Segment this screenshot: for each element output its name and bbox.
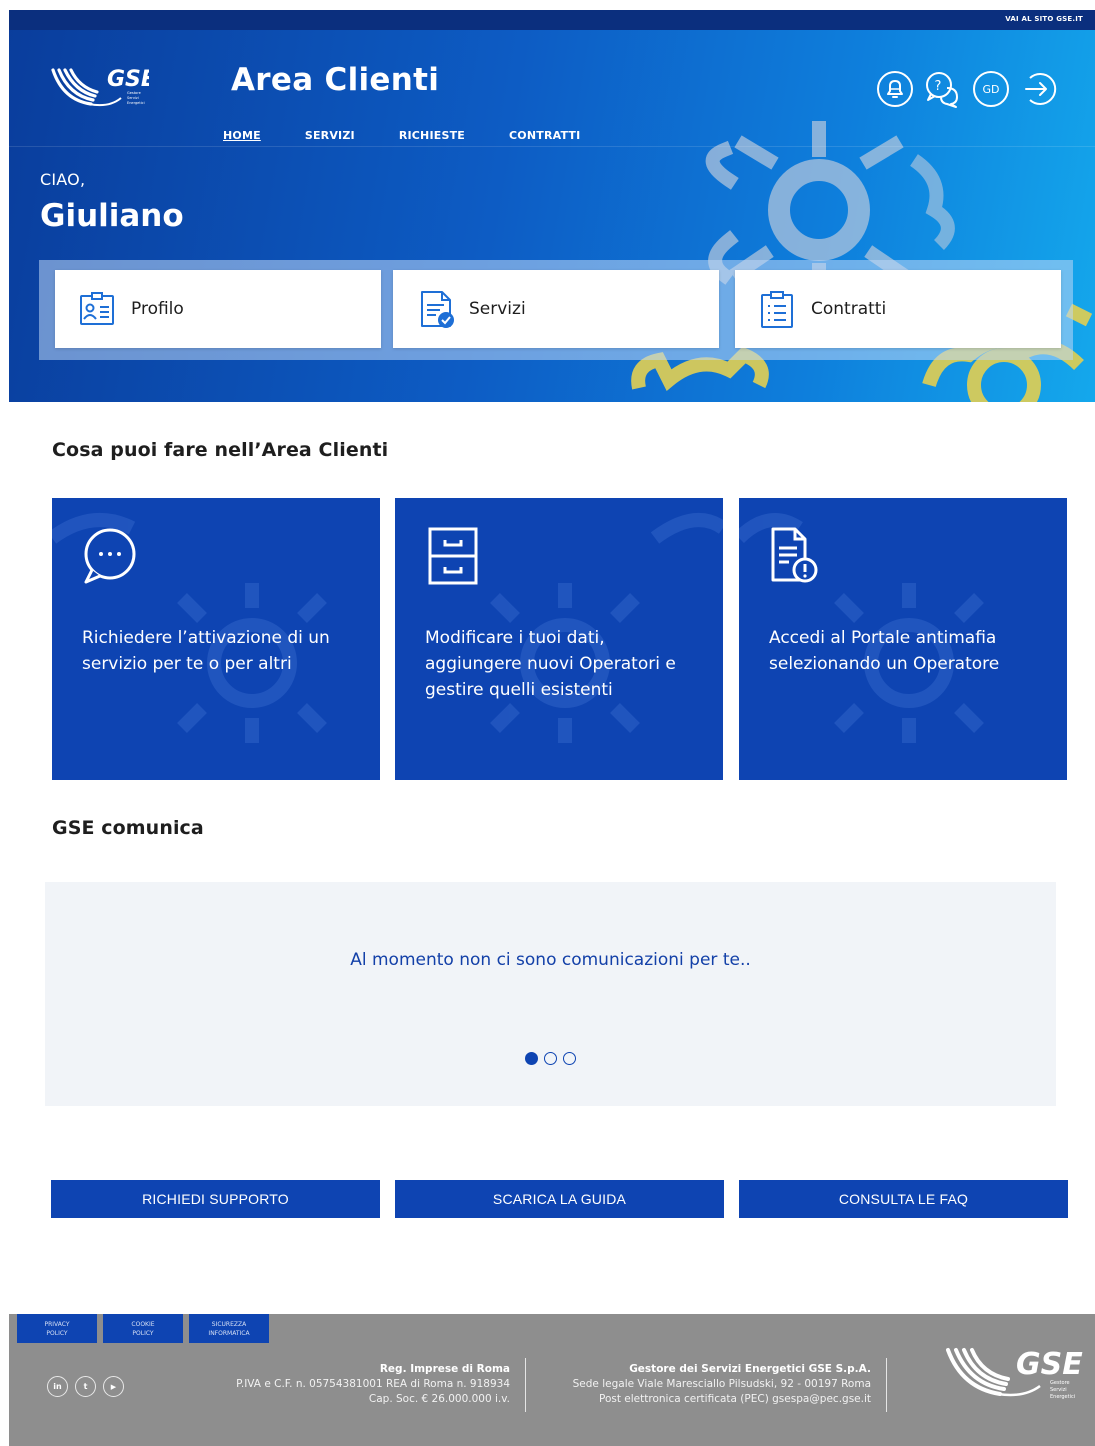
contract-list-icon — [757, 289, 797, 329]
notification-bell-icon[interactable] — [875, 69, 915, 109]
nav-richieste[interactable]: RICHIESTE — [399, 129, 465, 142]
privacy-policy-link[interactable]: PRIVACY POLICY — [17, 1314, 97, 1343]
svg-text:Gestore: Gestore — [1050, 1380, 1070, 1386]
quick-link-profilo[interactable]: Profilo — [55, 270, 381, 348]
footer-company-info: Gestore dei Servizi Energetici GSE S.p.A… — [572, 1363, 871, 1405]
quick-links-panel: Profilo Servizi Contratti — [39, 260, 1073, 360]
svg-text:Gestore: Gestore — [127, 91, 141, 95]
svg-text:Energetici: Energetici — [127, 101, 145, 105]
page-footer: PRIVACY POLICY COOKIE POLICY SICUREZZA INFO… — [9, 1314, 1095, 1446]
profile-card-icon — [77, 289, 117, 329]
user-avatar[interactable]: GD — [971, 69, 1011, 109]
svg-text:GD: GD — [983, 83, 1000, 96]
feature-card-text: Richiedere l’attivazione di un servizio … — [82, 628, 330, 674]
service-document-icon — [417, 289, 457, 329]
carousel-pagination — [45, 1052, 1056, 1065]
download-guide-button[interactable]: SCARICA LA GUIDA — [395, 1180, 724, 1218]
youtube-icon[interactable]: ▶ — [103, 1376, 124, 1397]
linkedin-icon[interactable]: in — [47, 1376, 68, 1397]
quick-link-label: Servizi — [469, 299, 526, 319]
section-title-communications: GSE comunica — [52, 817, 204, 839]
app-title: Area Clienti — [231, 62, 440, 98]
greeting-hello: CIAO, — [40, 170, 86, 189]
filing-cabinet-icon — [428, 527, 478, 585]
external-site-link[interactable]: VAI AL SITO GSE.IT — [1005, 15, 1083, 23]
faq-button[interactable]: CONSULTA LE FAQ — [739, 1180, 1068, 1218]
nav-servizi[interactable]: SERVIZI — [305, 129, 355, 142]
main-nav: HOME SERVIZI RICHIESTE CONTRATTI — [223, 129, 624, 142]
carousel-dot-1[interactable] — [525, 1052, 538, 1065]
quick-link-label: Profilo — [131, 299, 184, 319]
feature-card-activate-service[interactable]: Richiedere l’attivazione di un servizio … — [52, 498, 380, 780]
feature-card-manage-operators[interactable]: Modificare i tuoi dati, aggiungere nuovi… — [395, 498, 723, 780]
svg-text:Energetici: Energetici — [1050, 1394, 1075, 1400]
nav-home[interactable]: HOME — [223, 129, 261, 142]
help-icon[interactable]: ? — [923, 69, 963, 109]
logout-icon[interactable] — [1019, 69, 1059, 109]
svg-text:GSE: GSE — [107, 67, 149, 92]
section-title-features: Cosa puoi fare nell’Area Clienti — [52, 439, 389, 461]
social-links: in t ▶ — [47, 1376, 124, 1397]
document-alert-icon — [771, 527, 818, 583]
feature-card-antimafia-portal[interactable]: Accedi al Portale antimafia selezionando… — [739, 498, 1067, 780]
svg-text:Servizi: Servizi — [1050, 1387, 1067, 1393]
header-actions: ? GD — [875, 69, 1059, 109]
carousel-dot-3[interactable] — [563, 1052, 576, 1065]
quick-link-servizi[interactable]: Servizi — [393, 270, 719, 348]
page-header: VAI AL SITO GSE.IT GSE Gestore Servizi E… — [9, 10, 1095, 402]
svg-text:?: ? — [935, 79, 942, 94]
footer-links: PRIVACY POLICY COOKIE POLICY SICUREZZA INFO… — [17, 1314, 269, 1343]
cookie-policy-link[interactable]: COOKIE POLICY — [103, 1314, 183, 1343]
svg-text:Servizi: Servizi — [127, 96, 139, 100]
feature-card-text: Accedi al Portale antimafia selezionando… — [769, 628, 1000, 674]
top-utility-bar: VAI AL SITO GSE.IT — [9, 10, 1095, 30]
twitter-icon[interactable]: t — [75, 1376, 96, 1397]
greeting-user-name: Giuliano — [40, 198, 184, 234]
feature-card-text: Modificare i tuoi dati, aggiungere nuovi… — [425, 628, 676, 700]
security-info-link[interactable]: SICUREZZA INFORMATICA — [189, 1314, 269, 1343]
footer-divider — [886, 1358, 887, 1412]
communications-empty-message: Al momento non ci sono comunicazioni per… — [350, 950, 751, 970]
gse-footer-logo[interactable]: GSE Gestore Servizi Energetici — [944, 1344, 1084, 1414]
request-support-button[interactable]: RICHIEDI SUPPORTO — [51, 1180, 380, 1218]
chat-bubble-icon — [84, 528, 136, 584]
quick-link-label: Contratti — [811, 299, 887, 319]
gse-logo[interactable]: GSE Gestore Servizi Energetici — [49, 62, 149, 122]
nav-contratti[interactable]: CONTRATTI — [509, 129, 580, 142]
svg-text:GSE: GSE — [1016, 1347, 1083, 1382]
footer-company-registration: Reg. Imprese di Roma P.IVA e C.F. n. 057… — [236, 1363, 510, 1405]
footer-divider — [525, 1358, 526, 1412]
header-divider — [9, 146, 1095, 147]
carousel-dot-2[interactable] — [544, 1052, 557, 1065]
communications-carousel: Al momento non ci sono comunicazioni per… — [45, 882, 1056, 1106]
quick-link-contratti[interactable]: Contratti — [735, 270, 1061, 348]
